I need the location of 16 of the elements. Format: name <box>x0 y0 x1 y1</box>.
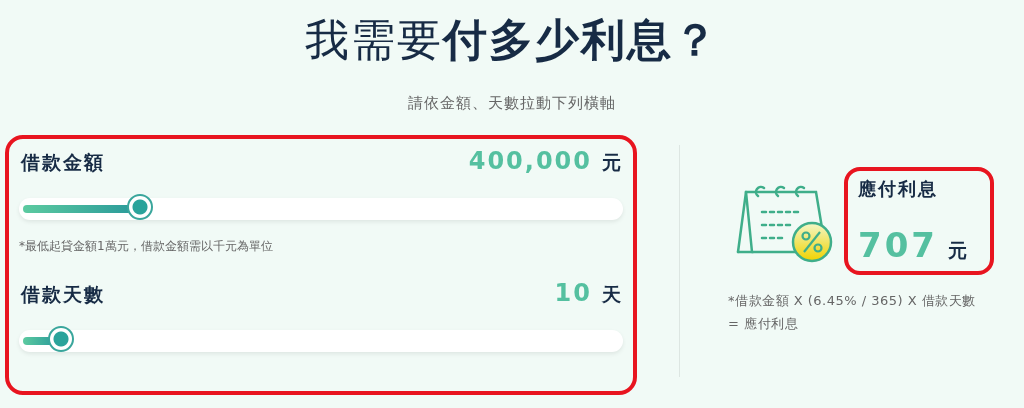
result-value: 707 <box>858 225 938 265</box>
slider-label: 借款天數 <box>21 282 105 307</box>
slider-value: 400,000 <box>468 147 592 175</box>
note-text: *最低起貸金額1萬元，借款金額需以千元為單位 <box>19 238 274 255</box>
formula-text: *借款金額 X (6.45% / 365) X 借款天數 <box>728 292 977 310</box>
slider-label: 借款金額 <box>21 150 105 175</box>
page-title: 我需要付多少利息？ <box>305 13 719 67</box>
unit-label: 元 <box>602 150 621 175</box>
slider-value: 10 <box>554 279 592 307</box>
unit-label: 天 <box>602 282 621 307</box>
slider-thumb[interactable] <box>126 194 153 220</box>
instruction-text: 請依金額、天數拉動下列橫軸 <box>408 94 616 113</box>
unit-label: 元 <box>948 238 967 263</box>
result-label: 應付利息 <box>858 177 939 201</box>
formula-text: = 應付利息 <box>728 315 800 333</box>
slider-thumb[interactable] <box>48 326 75 352</box>
